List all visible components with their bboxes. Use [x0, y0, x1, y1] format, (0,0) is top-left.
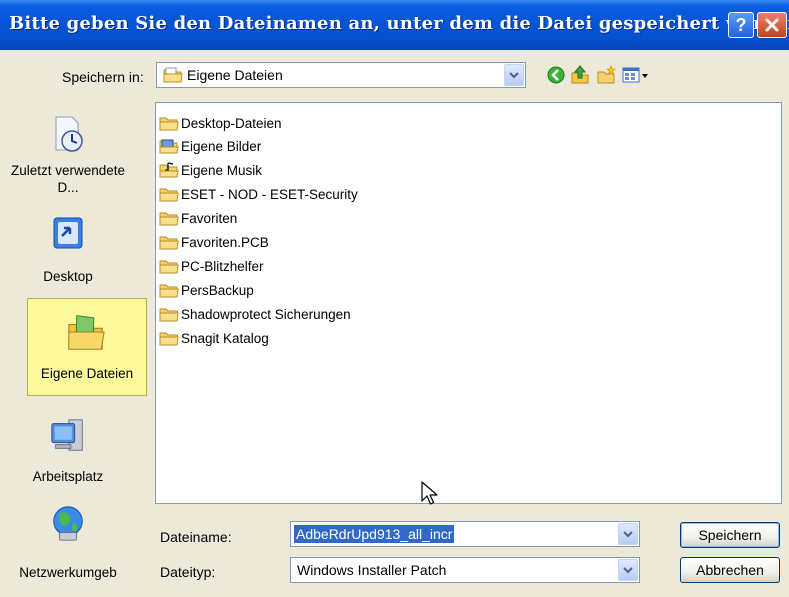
recent-documents-icon [55, 116, 83, 152]
chevron-down-icon [623, 531, 633, 538]
place-recent-label: Zuletzt verwendete D... [10, 163, 126, 195]
list-item[interactable]: Eigene Bilder [159, 136, 261, 156]
list-item[interactable]: Favoriten [159, 208, 237, 228]
pictures-folder-icon [159, 139, 179, 154]
list-item[interactable]: PersBackup [159, 280, 254, 300]
chevron-down-icon [509, 72, 519, 79]
place-my-documents[interactable]: Eigene Dateien [27, 298, 147, 396]
cancel-button[interactable]: Abbrechen [680, 557, 780, 583]
folder-icon [159, 117, 179, 131]
back-button[interactable] [544, 64, 568, 86]
list-item[interactable]: ESET - NOD - ESET-Security [159, 184, 358, 204]
network-icon [53, 506, 83, 541]
close-icon [765, 18, 779, 32]
file-name: Eigene Bilder [181, 138, 262, 154]
list-item[interactable]: Snagit Katalog [159, 328, 269, 348]
folder-icon [159, 212, 179, 226]
filetype-dropdown-arrow[interactable] [618, 559, 638, 581]
list-item[interactable]: Eigene Musik [159, 160, 262, 180]
filename-dropdown-arrow[interactable] [618, 523, 638, 545]
filetype-dropdown[interactable]: Windows Installer Patch [290, 557, 640, 583]
window-title: Bitte geben Sie den Dateinamen an, unter… [9, 13, 789, 34]
place-network[interactable]: Netzwerkumgeb [6, 502, 130, 582]
file-name: Snagit Katalog [181, 330, 269, 346]
folder-icon [159, 188, 179, 202]
my-computer-icon [51, 419, 83, 451]
save-button[interactable]: Speichern [680, 522, 780, 548]
save-dialog: Bitte geben Sie den Dateinamen an, unter… [0, 0, 789, 597]
folder-icon [159, 260, 179, 274]
file-name: PersBackup [181, 282, 254, 298]
close-button[interactable] [757, 12, 787, 38]
folder-icon [159, 308, 179, 322]
save-in-dropdown-arrow[interactable] [504, 64, 524, 86]
place-my-computer[interactable]: Arbeitsplatz [6, 412, 130, 492]
filetype-value: Windows Installer Patch [297, 562, 447, 578]
folder-icon [159, 332, 179, 346]
up-folder-icon [571, 65, 589, 84]
file-name: Favoriten [181, 210, 238, 226]
place-desktop-label: Desktop [43, 269, 93, 284]
new-folder-button[interactable] [594, 64, 618, 86]
up-folder-button[interactable] [568, 64, 592, 86]
list-item[interactable]: Shadowprotect Sicherungen [159, 304, 351, 324]
desktop-icon [53, 217, 83, 249]
folder-icon [159, 284, 179, 298]
view-menu-icon [622, 67, 648, 83]
help-icon: ? [735, 15, 747, 35]
view-menu-button[interactable] [620, 64, 650, 86]
file-name: PC-Blitzhelfer [181, 258, 264, 274]
my-documents-icon [163, 67, 183, 83]
save-in-dropdown[interactable]: Eigene Dateien [156, 62, 526, 88]
music-folder-icon [159, 162, 179, 178]
list-item[interactable]: Favoriten.PCB [159, 232, 269, 252]
list-item[interactable]: PC-Blitzhelfer [159, 256, 264, 276]
place-recent[interactable]: Zuletzt verwendete D... [6, 110, 130, 200]
mouse-cursor-icon [421, 481, 438, 505]
place-network-label: Netzwerkumgeb [19, 565, 117, 580]
file-name: Shadowprotect Sicherungen [181, 306, 351, 322]
save-in-label: Speichern in: [62, 69, 144, 85]
file-list[interactable]: Desktop-Dateien Eigene Bilder Eigene Mus… [155, 102, 782, 504]
file-name: Eigene Musik [181, 162, 263, 178]
place-desktop[interactable]: Desktop [6, 210, 130, 290]
chevron-down-icon [623, 567, 633, 574]
title-bar[interactable]: Bitte geben Sie den Dateinamen an, unter… [0, 0, 789, 50]
file-name: ESET - NOD - ESET-Security [181, 186, 358, 202]
place-my-documents-label: Eigene Dateien [40, 366, 134, 381]
new-folder-icon [597, 65, 616, 84]
list-item[interactable]: Desktop-Dateien [159, 113, 282, 133]
back-icon [547, 66, 565, 84]
filetype-label: Dateityp: [160, 564, 216, 580]
place-my-computer-label: Arbeitsplatz [32, 469, 104, 484]
filename-label: Dateiname: [160, 529, 232, 545]
file-name: Favoriten.PCB [181, 234, 269, 250]
save-in-value: Eigene Dateien [187, 67, 283, 83]
file-name: Desktop-Dateien [181, 115, 282, 131]
filename-field[interactable]: AdbeRdrUpd913_all_incr [290, 521, 640, 547]
folder-icon [159, 236, 179, 250]
help-button[interactable]: ? [728, 12, 754, 38]
my-documents-icon [68, 315, 105, 350]
places-bar: Zuletzt verwendete D... Desktop Eigene D… [6, 102, 148, 584]
filename-value[interactable]: AdbeRdrUpd913_all_incr [294, 525, 455, 543]
